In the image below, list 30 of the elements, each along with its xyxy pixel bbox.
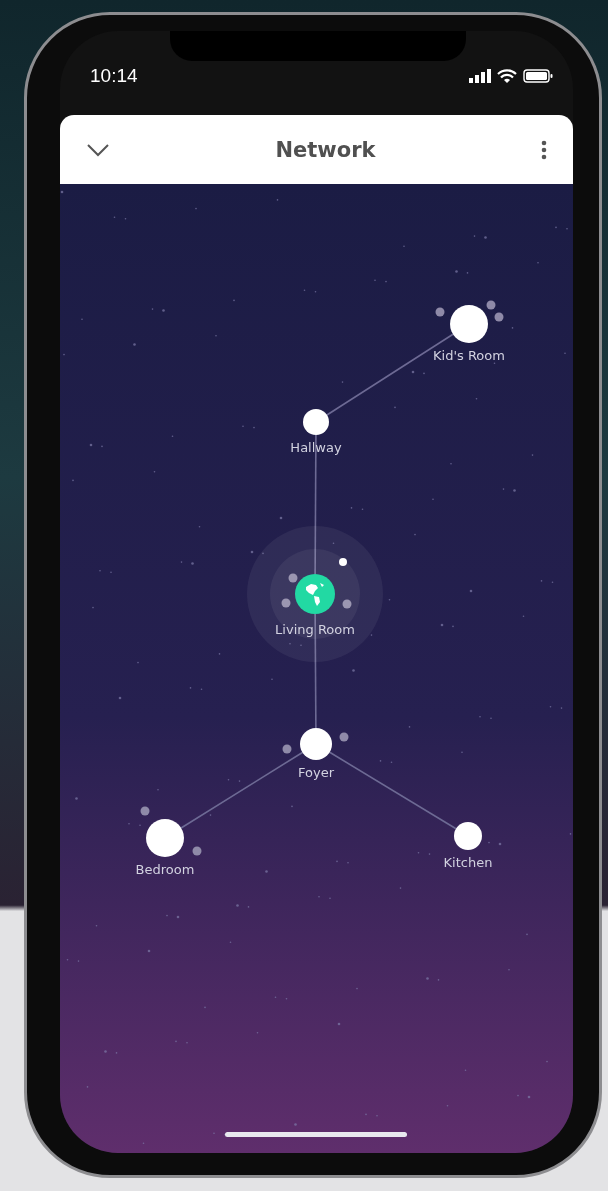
node-label: Living Room [275,622,355,637]
room-node[interactable] [146,819,184,857]
satellite-dot [342,599,352,609]
satellite-dot [288,573,298,583]
more-icon [541,139,547,160]
status-time: 10:14 [90,65,138,87]
room-node[interactable] [300,728,332,760]
room-node[interactable] [303,409,329,435]
satellite-dot [486,300,496,310]
node-label: Hallway [290,440,342,455]
hub-node[interactable] [295,574,335,614]
satellite-dot [281,598,291,608]
chevron-down-icon [86,142,110,157]
satellite-dot [192,846,202,856]
room-node[interactable] [454,822,482,850]
signal-icon [469,69,491,83]
satellite-dot [140,806,150,816]
node-label: Bedroom [135,862,195,877]
room-node[interactable] [450,305,488,343]
satellite-dot [494,312,504,322]
node-label: Kitchen [443,855,493,870]
satellite-dot [339,732,349,742]
satellite-dot [339,558,347,566]
screen-title: Network [274,137,377,162]
node-label: Kid's Room [433,348,505,363]
battery-icon [523,69,553,83]
node-label: Foyer [298,765,334,780]
satellite-dot [435,307,445,317]
satellite-dot [282,744,292,754]
wifi-icon [497,69,517,83]
